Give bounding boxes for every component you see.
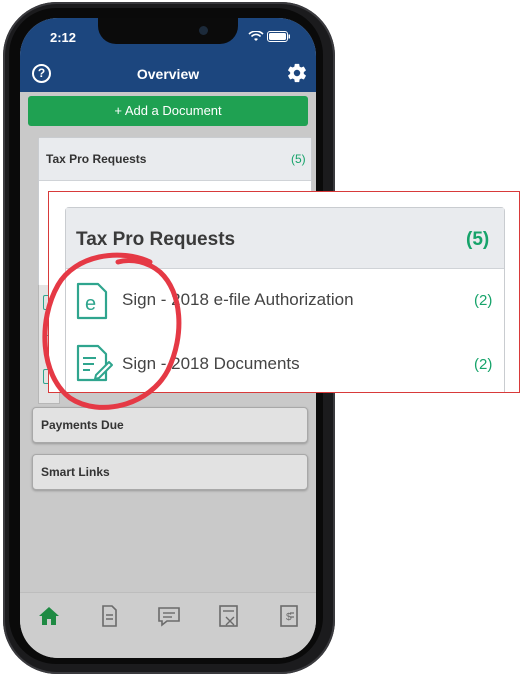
request-item-label: Sign - 2018 Documents [122, 354, 300, 373]
tax-pro-requests-header: Tax Pro Requests (5) [39, 138, 311, 181]
page-title: Overview [136, 66, 200, 82]
wifi-icon [248, 29, 264, 41]
zoom-card-count: (5) [466, 229, 490, 250]
smart-links-label: Smart Links [41, 465, 110, 479]
request-item-documents[interactable]: Sign - 2018 Documents (2) [66, 332, 504, 392]
sign-document-icon [76, 344, 113, 382]
nav-bar: ? Overview [20, 58, 316, 92]
e-file-document-icon: e [76, 282, 108, 320]
tab-bar: $ [20, 592, 316, 658]
battery-icon [267, 30, 291, 42]
tax-return-icon[interactable] [214, 603, 244, 629]
status-icons [248, 29, 291, 42]
tax-pro-requests-count: (5) [291, 152, 306, 166]
home-icon[interactable] [34, 603, 64, 629]
zoom-card-header: Tax Pro Requests (5) [66, 208, 504, 269]
request-item-label: Sign - 2018 e-file Authorization [122, 290, 354, 309]
tax-pro-requests-title: Tax Pro Requests [46, 152, 147, 166]
payments-due-label: Payments Due [41, 418, 124, 432]
payments-due-section[interactable]: Payments Due [32, 407, 308, 443]
add-document-button[interactable]: + Add a Document [28, 96, 308, 126]
invoice-icon[interactable]: $ [274, 603, 304, 629]
status-time: 2:12 [50, 30, 77, 45]
request-item-count: (2) [474, 356, 493, 373]
status-bar: 2:12 [20, 18, 316, 58]
request-item-count: (2) [474, 292, 493, 309]
zoom-card-title: Tax Pro Requests [76, 229, 236, 250]
documents-icon[interactable] [94, 603, 124, 629]
request-item-efile[interactable]: e Sign - 2018 e-file Authorization (2) [66, 268, 504, 330]
zoom-callout: Tax Pro Requests (5) e Sign - 2018 e-fil… [48, 191, 520, 393]
smart-links-section[interactable]: Smart Links [32, 454, 308, 490]
gear-icon[interactable] [286, 62, 308, 84]
messages-icon[interactable] [154, 603, 184, 629]
svg-text:e: e [85, 293, 96, 315]
notch [98, 18, 238, 44]
camera [199, 26, 208, 35]
tax-pro-requests-zoom-card: Tax Pro Requests (5) e Sign - 2018 e-fil… [65, 207, 505, 392]
